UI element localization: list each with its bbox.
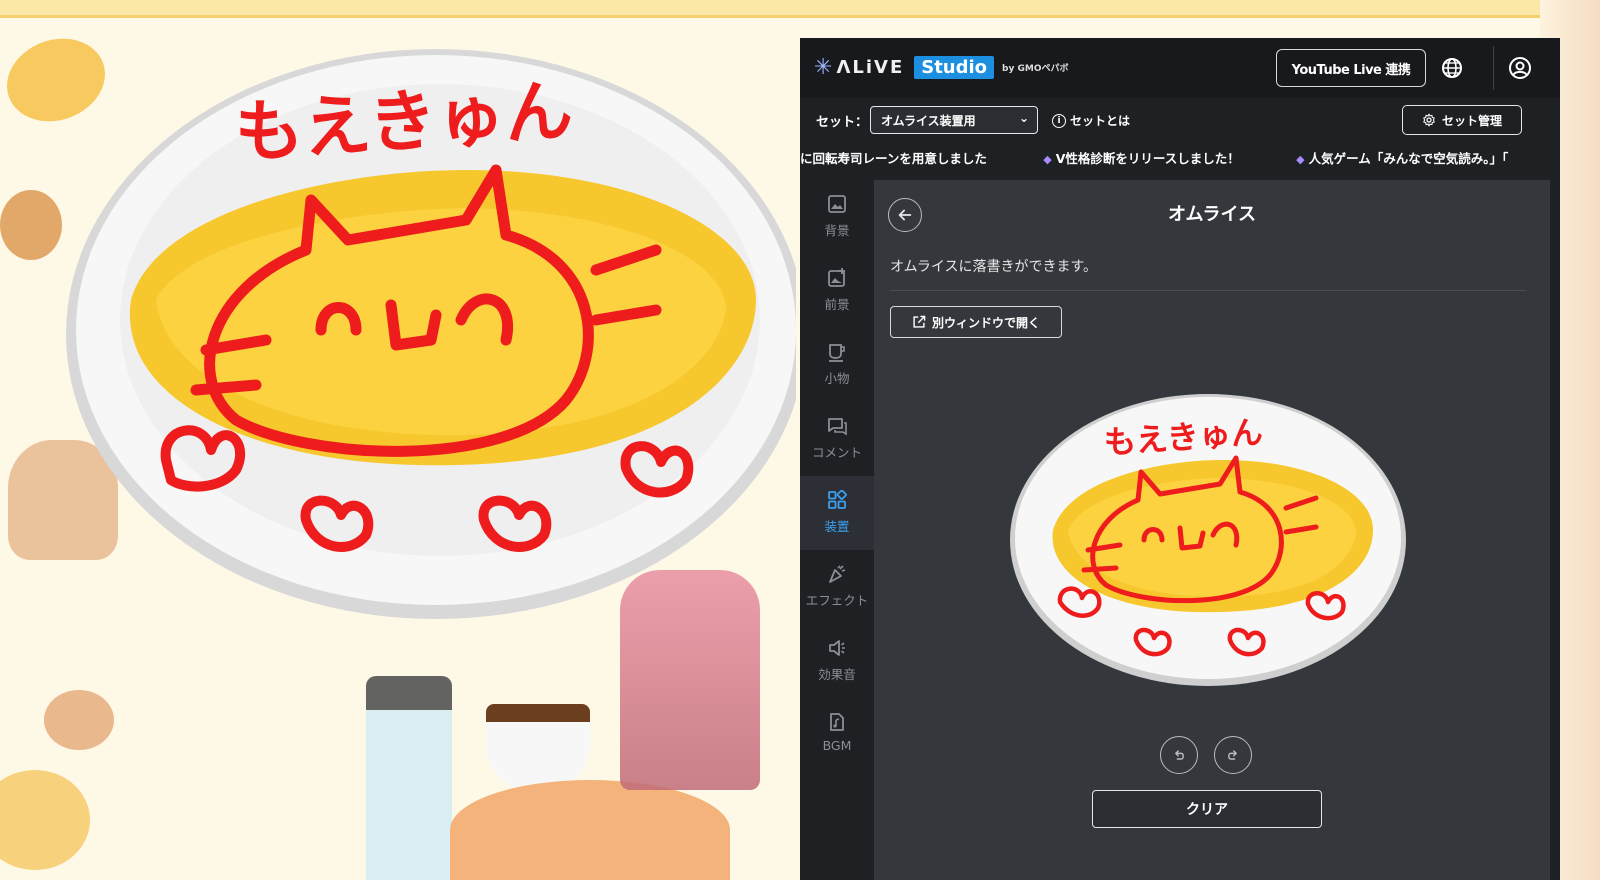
page-title: オムライス <box>1167 204 1257 225</box>
gear-icon <box>1423 113 1435 127</box>
logo-by-text: by GMOペパボ <box>1002 64 1069 74</box>
logo-studio-text: Studio <box>914 56 995 79</box>
sidenav-label: 装置 <box>824 519 850 534</box>
device-content: オムライス オムライスに落書きができます。 別ウィンドウで開く もえきゅん クリ… <box>874 180 1550 880</box>
external-link-icon <box>913 315 926 328</box>
divider <box>890 290 1526 291</box>
ticker-item[interactable]: ◆ V性格診断をリリースしました！ <box>1043 148 1266 167</box>
cup-icon <box>829 344 845 362</box>
set-select[interactable]: オムライス装置用 ⌄ <box>870 106 1038 134</box>
sidenav-label: BGM <box>822 738 852 753</box>
open-new-window-button[interactable]: 別ウィンドウで開く <box>890 306 1062 338</box>
coffee-beans-decoration <box>44 690 114 750</box>
alive-studio-panel: ✳ ΛLiVE Studio by GMOペパボ YouTube Live 連携… <box>800 38 1560 880</box>
side-navigation: 背景 前景 小物 コメント 装置 エフェクト 効果音 BGM <box>800 180 874 880</box>
sidenav-item-bgm[interactable]: BGM <box>800 698 874 772</box>
top-separator <box>1493 46 1494 90</box>
info-icon: i <box>1052 113 1066 128</box>
sidenav-label: 背景 <box>824 223 850 238</box>
page-description: オムライスに落書きができます。 <box>890 259 1098 275</box>
sidenav-item-foreground[interactable]: 前景 <box>800 254 874 328</box>
gamepad-icon: ◆ <box>1296 153 1305 166</box>
sidenav-item-comment[interactable]: コメント <box>800 402 874 476</box>
sidenav-item-props[interactable]: 小物 <box>800 328 874 402</box>
top-bar: ✳ ΛLiVE Studio by GMOペパボ YouTube Live 連携 <box>800 38 1560 98</box>
ticker-item[interactable]: に回転寿司レーンを用意しました <box>800 148 1013 167</box>
sidenav-label: 前景 <box>824 297 850 312</box>
redo-icon <box>1228 750 1237 760</box>
set-manage-label: セット管理 <box>1441 113 1502 128</box>
alive-studio-logo[interactable]: ✳ ΛLiVE Studio by GMOペパボ <box>814 56 1068 79</box>
speaker-icon <box>829 640 845 656</box>
youtube-live-link-button[interactable]: YouTube Live 連携 <box>1276 49 1426 87</box>
gamepad-icon: ◆ <box>1043 153 1052 166</box>
sidenav-item-sound-effect[interactable]: 効果音 <box>800 624 874 698</box>
set-bar: セット： オムライス装置用 ⌄ i セットとは セット管理 <box>800 98 1560 142</box>
undo-button[interactable] <box>1160 736 1198 774</box>
set-manage-button[interactable]: セット管理 <box>1402 105 1522 135</box>
comment-icon <box>828 418 847 436</box>
top-border-strip <box>0 0 1600 18</box>
redo-button[interactable] <box>1214 736 1252 774</box>
omurice-plate-large[interactable]: もえきゅん <box>36 40 796 640</box>
clear-button[interactable]: クリア <box>1092 790 1322 828</box>
image-plus-icon <box>828 268 845 287</box>
chevron-down-icon: ⌄ <box>1018 111 1029 125</box>
logo-alive-text: ΛLiVE <box>836 57 905 78</box>
music-file-icon <box>830 713 844 731</box>
sidenav-label: 小物 <box>824 371 850 386</box>
image-icon <box>828 195 846 213</box>
globe-icon[interactable] <box>1440 56 1464 80</box>
set-info-link[interactable]: i セットとは <box>1052 112 1130 129</box>
party-icon <box>829 565 846 583</box>
sidenav-item-background[interactable]: 背景 <box>800 180 874 254</box>
undo-icon <box>1175 750 1184 760</box>
set-select-value: オムライス装置用 <box>881 114 976 128</box>
open-new-window-label: 別ウィンドウで開く <box>931 315 1040 330</box>
sidenav-label: コメント <box>811 445 862 460</box>
donuts <box>450 780 730 880</box>
flower-bottle <box>366 676 452 880</box>
sidenav-label: 効果音 <box>818 667 856 682</box>
sidenav-item-device[interactable]: 装置 <box>800 476 874 550</box>
omurice-drawing-canvas[interactable]: もえきゅん <box>1008 390 1408 690</box>
sidenav-label: エフェクト <box>805 593 869 608</box>
microphone-cat <box>620 570 760 790</box>
account-icon[interactable] <box>1508 56 1532 80</box>
grid-icon <box>828 490 847 509</box>
set-label: セット： <box>816 115 869 130</box>
bread-decoration <box>0 770 90 870</box>
news-ticker[interactable]: に回転寿司レーンを用意しました ◆ V性格診断をリリースしました！ ◆ 人気ゲーム「… <box>800 148 1560 174</box>
ticker-item[interactable]: ◆ 人気ゲーム「みんなで空気読み。」「 <box>1296 148 1534 167</box>
coffee-cup <box>486 704 590 792</box>
sidenav-item-effect[interactable]: エフェクト <box>800 550 874 624</box>
sparkle-icon: ✳ <box>814 54 833 80</box>
set-info-label: セットとは <box>1070 114 1131 128</box>
